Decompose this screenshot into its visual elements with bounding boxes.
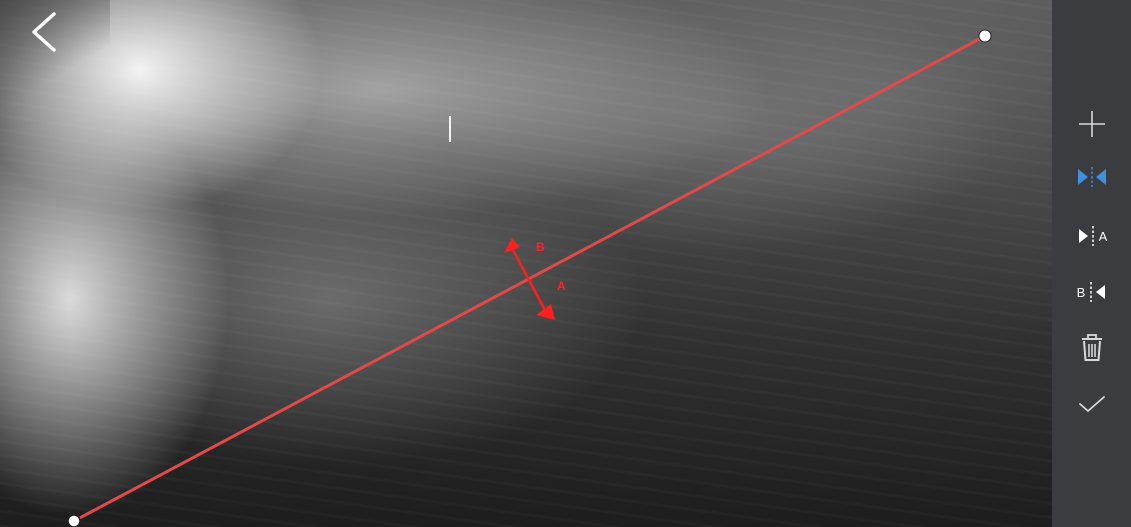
direction-arrow[interactable]: B A [504,238,566,320]
text-cursor [449,116,451,142]
marker-label-a: A [557,279,566,293]
split-arrows-both-icon [1078,167,1106,187]
line-overlay: B A [67,29,992,527]
chevron-left-icon [32,12,56,52]
line-crossing-editor: B A A B [0,0,1131,527]
direction-a-button[interactable]: A [1074,218,1110,254]
check-icon [1079,396,1105,412]
direction-b-button[interactable]: B [1074,274,1110,310]
direction-b-label: B [1076,284,1086,300]
arrow-to-b-icon [1090,282,1106,302]
direction-arrow-shaft [511,249,547,311]
direction-a-label: A [1098,228,1108,244]
delete-line-button[interactable] [1074,330,1110,366]
line-start-handle[interactable] [67,514,81,527]
add-line-button[interactable] [1074,106,1110,142]
direction-both-button[interactable] [1074,159,1110,195]
camera-view[interactable]: B A [0,0,1052,527]
confirm-button[interactable] [1074,386,1110,422]
trash-icon [1082,334,1102,361]
line-end-handle[interactable] [978,29,992,43]
side-toolbar: A B [1052,0,1131,527]
plus-icon [1079,111,1105,137]
arrow-head-a [536,304,555,320]
back-button[interactable] [22,8,66,56]
arrow-to-a-icon [1078,226,1094,246]
marker-label-b: B [536,240,545,254]
